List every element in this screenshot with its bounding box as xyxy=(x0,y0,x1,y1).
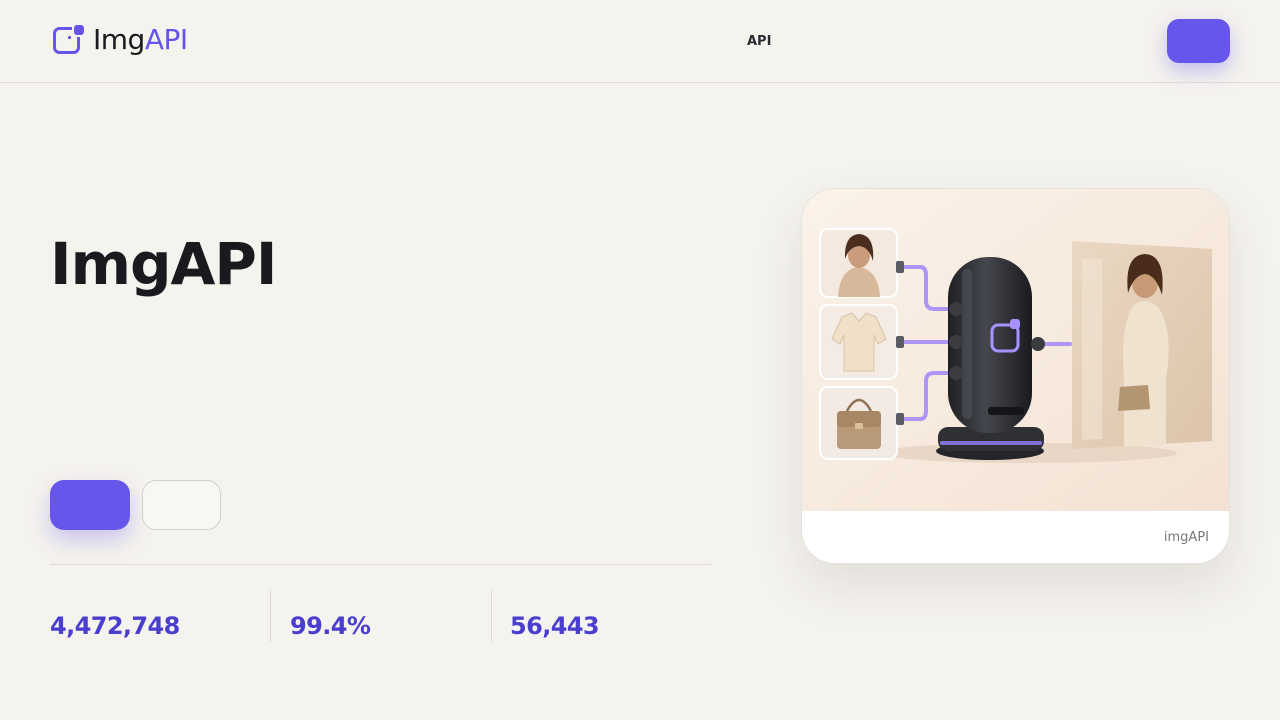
logo-text-api: API xyxy=(144,23,188,56)
top-header: ImgAPI API xyxy=(0,0,1280,83)
input-tile-handbag xyxy=(819,386,898,460)
hero-secondary-button[interactable] xyxy=(142,480,221,530)
product-compositing-illustration xyxy=(802,189,1229,511)
header-cta-button[interactable] xyxy=(1167,19,1230,63)
showcase-caption: imgAPI xyxy=(1163,530,1209,545)
stat-value-2: 99.4% xyxy=(290,612,371,640)
logo-text-img: Img xyxy=(93,23,145,56)
hero-title: ImgAPI xyxy=(50,230,278,298)
input-tile-sweater xyxy=(819,304,898,380)
logo[interactable]: ImgAPI xyxy=(52,23,188,57)
stat-value-3: 56,443 xyxy=(510,612,600,640)
input-tile-model xyxy=(819,228,898,298)
stat-separator xyxy=(270,589,271,642)
stat-value-1: 4,472,748 xyxy=(50,612,180,640)
showcase-card: imgAPI xyxy=(801,188,1230,564)
hero-primary-button[interactable] xyxy=(50,480,130,530)
stats-divider xyxy=(50,564,711,565)
nav-link-api[interactable]: API xyxy=(747,34,771,49)
device-illustration xyxy=(936,257,1045,460)
output-photo xyxy=(1072,241,1212,449)
logo-wordmark: ImgAPI xyxy=(93,23,188,57)
imgapi-logo-icon xyxy=(52,23,86,57)
stat-separator xyxy=(491,589,492,642)
